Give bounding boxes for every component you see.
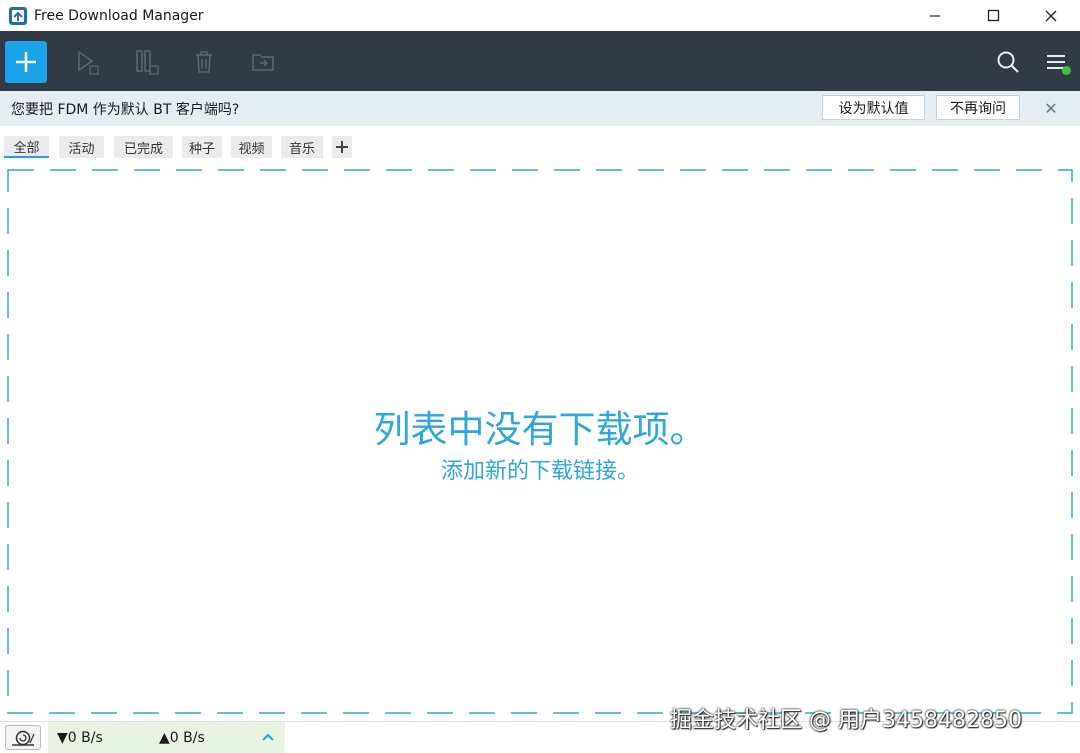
tab-music[interactable]: 音乐 (281, 136, 323, 158)
online-status-dot (1062, 66, 1071, 75)
default-client-notification: 您要把 FDM 作为默认 BT 客户端吗? 设为默认值 不再询问 ✕ (0, 91, 1080, 126)
delete-button[interactable] (188, 46, 220, 78)
folder-icon (252, 54, 274, 71)
tab-all[interactable]: 全部 (4, 136, 49, 158)
minimize-button[interactable] (906, 0, 964, 31)
close-icon (1045, 10, 1057, 21)
notification-text: 您要把 FDM 作为默认 BT 客户端吗? (11, 102, 240, 118)
add-download-button[interactable] (5, 41, 47, 83)
close-window-button[interactable] (1022, 0, 1080, 31)
plus-icon (16, 52, 36, 72)
pause-button[interactable] (130, 46, 162, 78)
upload-speed: ▲0 B/s (159, 730, 205, 746)
tab-video[interactable]: 视频 (231, 136, 272, 158)
window-title: Free Download Manager (34, 7, 204, 24)
dont-ask-again-button[interactable]: 不再询问 (936, 95, 1020, 120)
title-bar: Free Download Manager (0, 0, 1080, 31)
add-tab-button[interactable] (332, 136, 352, 158)
tab-torrents[interactable]: 种子 (182, 136, 222, 158)
download-list-drop-zone[interactable]: 列表中没有下载项。 添加新的下载链接。 (7, 169, 1073, 714)
set-default-button[interactable]: 设为默认值 (822, 95, 925, 120)
close-notification-icon[interactable]: ✕ (1041, 98, 1061, 118)
snail-icon (12, 730, 35, 746)
trash-icon (196, 51, 212, 73)
watermark: 掘金技术社区 @ 用户3458482850 (670, 708, 1022, 733)
download-speed: ▼0 B/s (57, 730, 103, 746)
filter-tabs: 全部 活动 已完成 种子 视频 音乐 (0, 135, 1080, 161)
speed-mode-button[interactable] (5, 725, 41, 750)
main-toolbar (0, 31, 1080, 91)
pause-queue-icon (136, 50, 159, 75)
open-folder-button[interactable] (247, 46, 279, 78)
speed-panel[interactable]: ▼0 B/s ▲0 B/s (48, 722, 285, 753)
tab-active[interactable]: 活动 (59, 136, 104, 158)
maximize-icon (987, 9, 999, 22)
resume-button[interactable] (70, 46, 102, 78)
search-button[interactable] (992, 46, 1024, 78)
plus-icon (336, 141, 348, 153)
fdm-logo-icon (9, 6, 27, 25)
search-icon (997, 51, 1019, 73)
play-queue-icon (78, 50, 99, 75)
empty-list-hint: 添加新的下载链接。 (440, 459, 639, 484)
empty-list-message: 列表中没有下载项。 (373, 408, 707, 451)
tab-completed[interactable]: 已完成 (114, 136, 173, 158)
maximize-button[interactable] (964, 0, 1022, 31)
minimize-icon (930, 14, 940, 17)
chevron-up-icon[interactable] (260, 729, 276, 745)
